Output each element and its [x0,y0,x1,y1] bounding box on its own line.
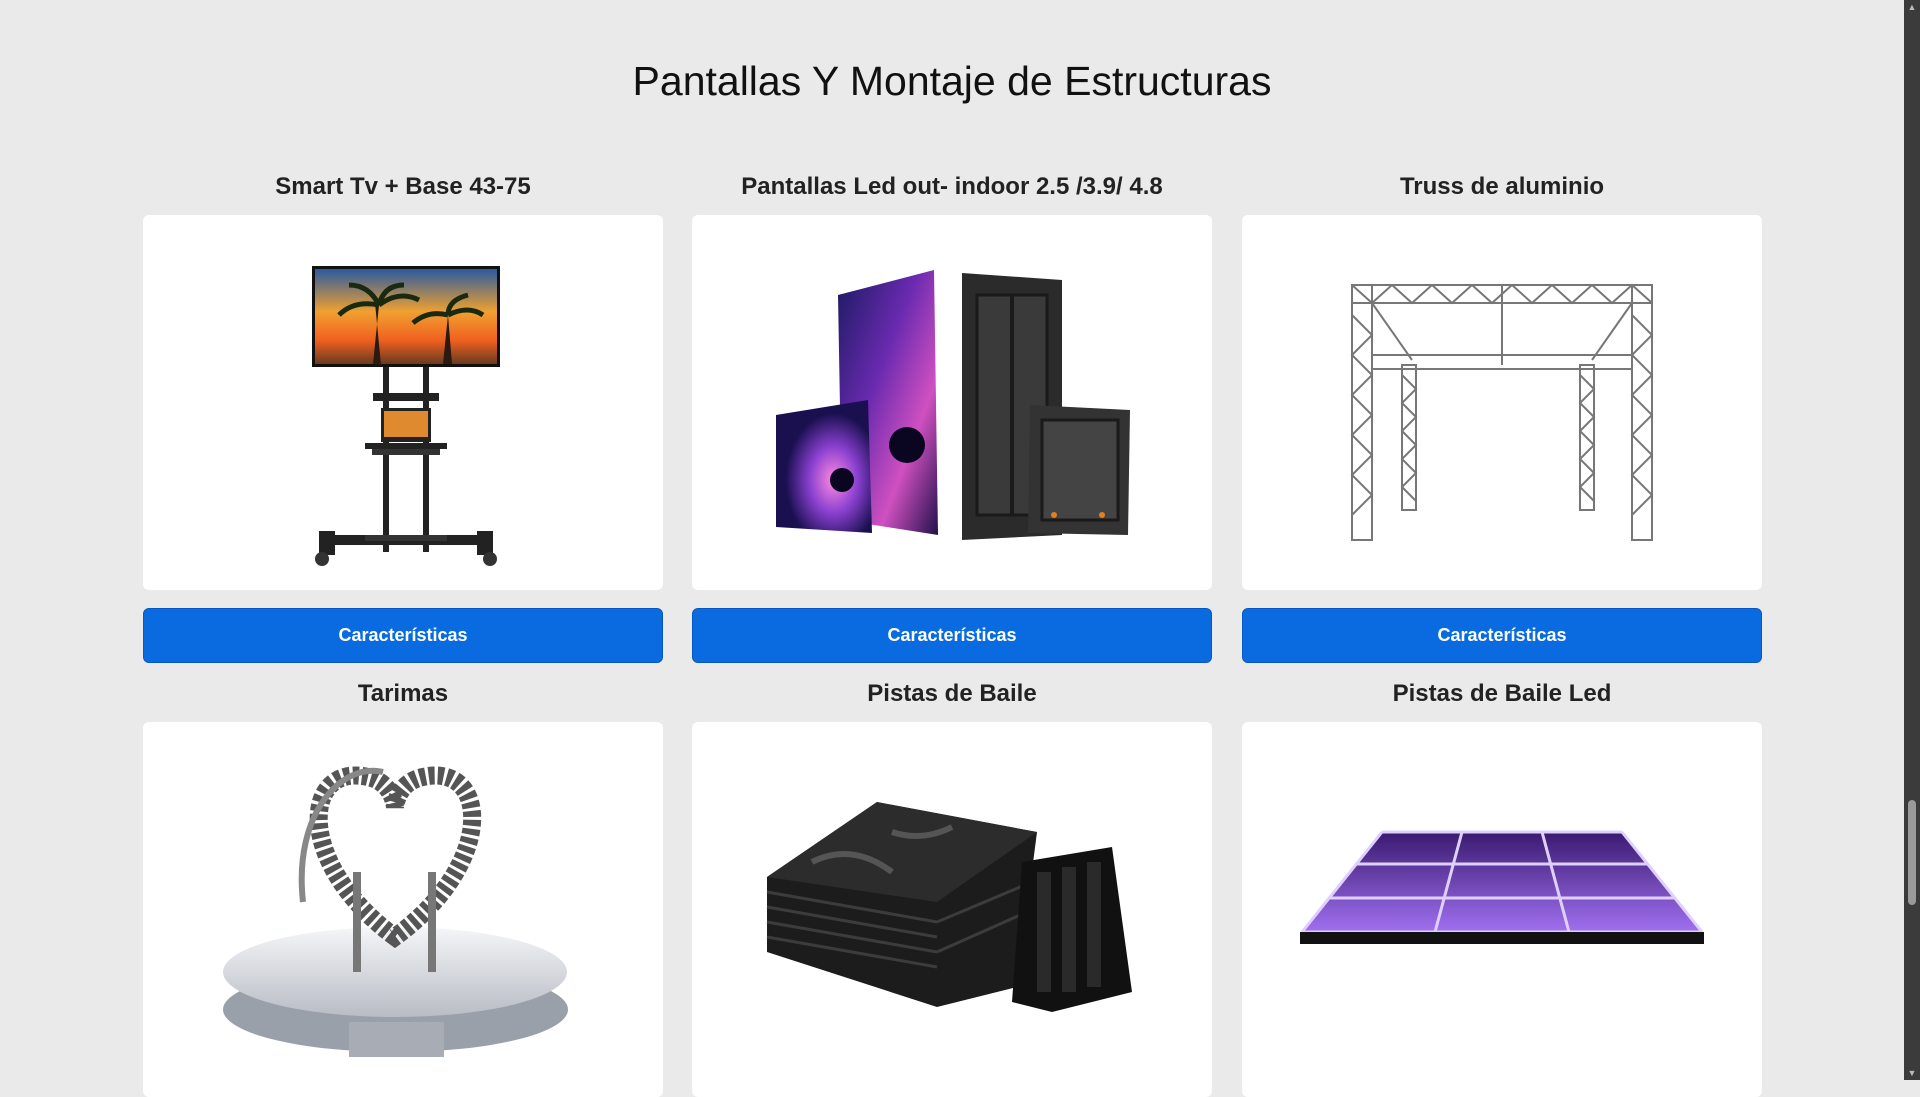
scroll-thumb[interactable] [1908,800,1916,905]
scrollbar[interactable]: ▲ ▼ [1904,0,1920,1080]
product-image-card[interactable] [143,215,663,590]
product-image-card[interactable] [1242,215,1762,590]
section-title: Pantallas Y Montaje de Estructuras [632,58,1272,104]
product-card-smart-tv: Smart Tv + Base 43-75 Características [143,171,663,663]
caracteristicas-button[interactable]: Características [692,608,1212,663]
tv-stand-image [312,266,500,566]
product-card-tarimas: Tarimas [143,678,663,1097]
scroll-up-arrow-icon[interactable]: ▲ [1904,0,1920,14]
product-image-card[interactable] [692,722,1212,1097]
product-card-truss: Truss de aluminio Características [1242,171,1762,663]
caracteristicas-button[interactable]: Características [1242,608,1762,663]
scroll-down-arrow-icon[interactable]: ▼ [1904,1066,1920,1080]
led-panels-image [776,270,1130,540]
black-dance-floor-image [766,802,1132,1012]
led-dance-floor-image [1300,830,1704,944]
aluminum-truss-image [1350,283,1654,541]
product-name: Pantallas Led out- indoor 2.5 /3.9/ 4.8 [741,173,1163,200]
product-name: Tarimas [357,680,449,707]
stage-heart-arch-image [223,766,568,1057]
product-image-card[interactable] [692,215,1212,590]
page: Pantallas Y Montaje de Estructuras Smart… [0,0,1904,1097]
product-name: Smart Tv + Base 43-75 [275,173,531,200]
product-image-card[interactable] [143,722,663,1097]
product-card-pistas-de-baile: Pistas de Baile [692,678,1212,1097]
product-card-pistas-de-baile-led: Pistas de Baile Led [1242,678,1762,1097]
product-card-led-screens: Pantallas Led out- indoor 2.5 /3.9/ 4.8 [692,171,1212,663]
product-name: Truss de aluminio [1399,173,1605,200]
product-image-card[interactable] [1242,722,1762,1097]
caracteristicas-button[interactable]: Características [143,608,663,663]
product-name: Pistas de Baile Led [1392,680,1612,707]
product-name: Pistas de Baile [867,680,1037,707]
